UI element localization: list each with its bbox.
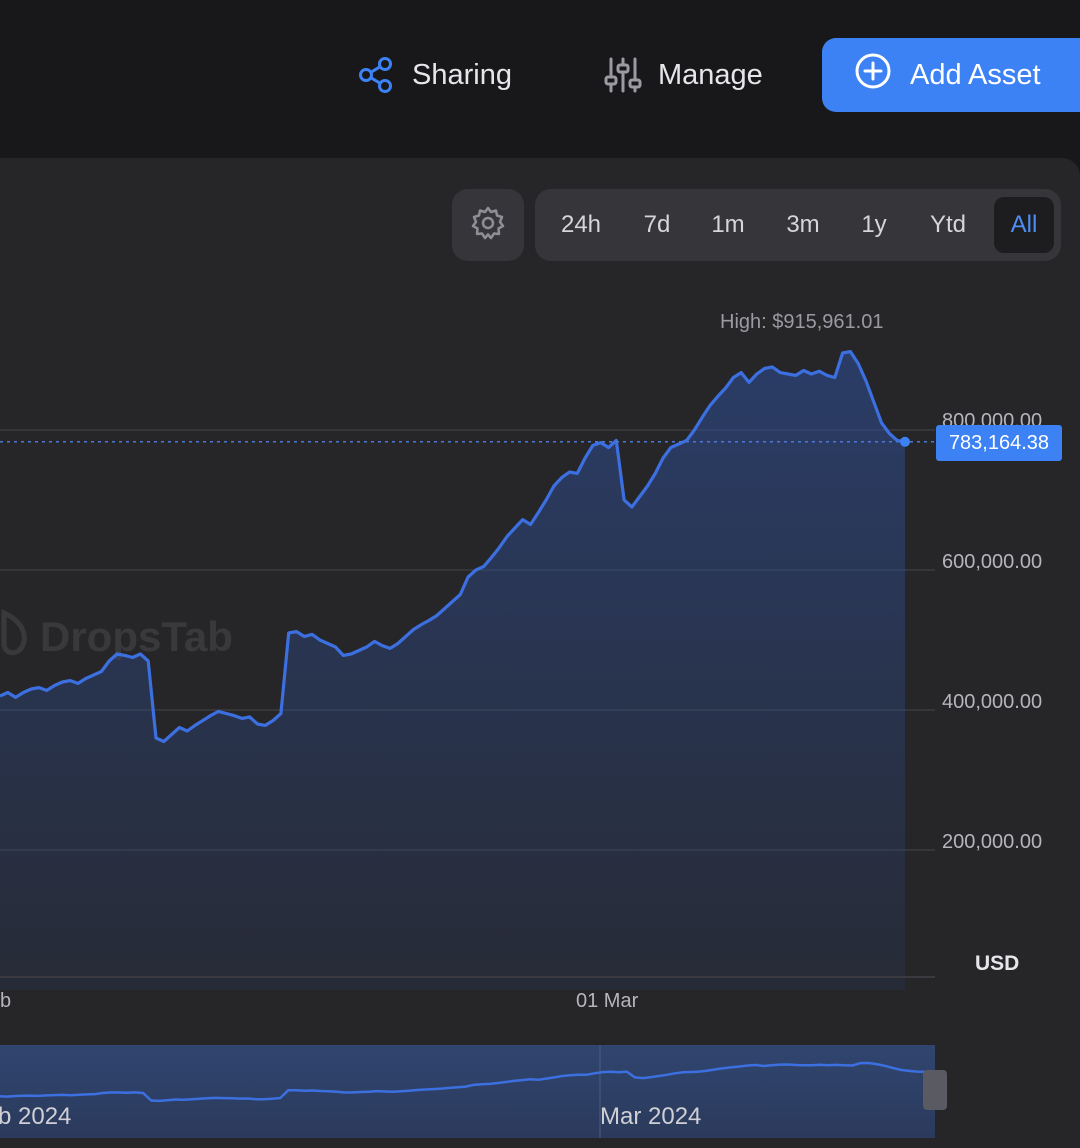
current-value-point (900, 436, 910, 447)
current-value-badge: 783,164.38 (936, 425, 1062, 461)
y-tick-label: 200,000.00 (942, 831, 1043, 853)
navigator-background (0, 1045, 935, 1138)
navigator-handle (923, 1070, 947, 1110)
navigator-label: b 2024 (0, 1103, 72, 1130)
y-tick-label: 600,000.00 (942, 551, 1043, 573)
y-tick-label: 400,000.00 (942, 691, 1043, 713)
series-area (0, 351, 905, 991)
portfolio-chart (0, 350, 947, 1138)
high-value-label: High: $915,961.01 (720, 311, 884, 333)
navigator-label: Mar 2024 (600, 1103, 702, 1130)
currency-label: USD (975, 952, 1020, 975)
x-tick-label: 01 Mar (576, 990, 639, 1012)
x-tick-label: b (0, 990, 12, 1012)
